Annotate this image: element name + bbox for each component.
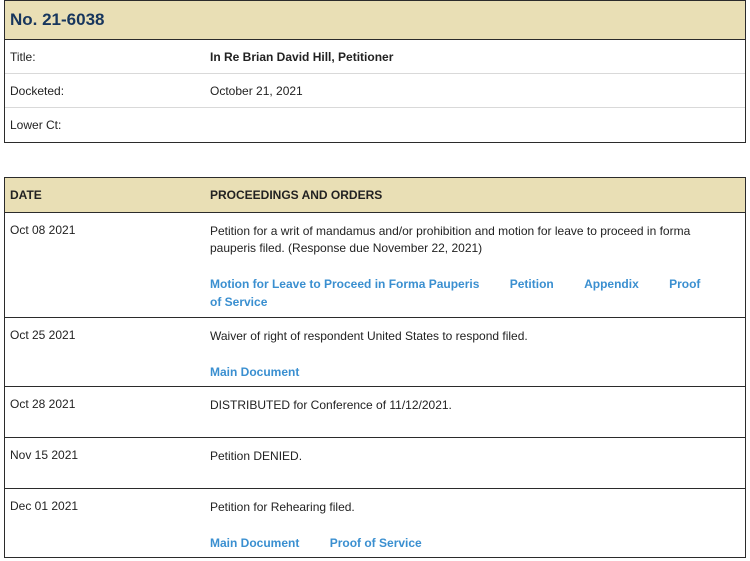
title-label: Title: bbox=[10, 49, 36, 64]
proof-of-service-link[interactable]: Proof of Service bbox=[330, 536, 422, 550]
proceeding-text: Waiver of right of respondent United Sta… bbox=[210, 329, 528, 343]
main-document-link[interactable]: Main Document bbox=[210, 536, 299, 550]
proceeding-text: Petition DENIED. bbox=[210, 449, 303, 463]
document-links: Main Document Proof of Service bbox=[210, 534, 715, 552]
motion-ifp-link[interactable]: Motion for Leave to Proceed in Forma Pau… bbox=[210, 277, 479, 291]
proceeding-row: Oct 28 2021 DISTRIBUTED for Conference o… bbox=[5, 387, 745, 438]
document-links: Motion for Leave to Proceed in Forma Pau… bbox=[210, 275, 715, 311]
docketed-value: October 21, 2021 bbox=[210, 83, 303, 98]
proceedings-header: DATE PROCEEDINGS AND ORDERS bbox=[5, 178, 745, 213]
lower-ct-row: Lower Ct: bbox=[5, 108, 745, 142]
proceeding-date: Oct 25 2021 bbox=[10, 328, 76, 342]
appendix-link[interactable]: Appendix bbox=[584, 277, 639, 291]
proceeding-row: Nov 15 2021 Petition DENIED. bbox=[5, 438, 745, 489]
proceeding-row: Oct 25 2021 Waiver of right of responden… bbox=[5, 318, 745, 387]
case-header: No. 21-6038 bbox=[5, 1, 745, 40]
case-number: No. 21-6038 bbox=[10, 10, 105, 29]
proceeding-row: Dec 01 2021 Petition for Rehearing filed… bbox=[5, 489, 745, 558]
docketed-label: Docketed: bbox=[10, 83, 65, 98]
docketed-row: Docketed: October 21, 2021 bbox=[5, 74, 745, 108]
document-links: Main Document bbox=[210, 363, 715, 381]
proceedings-panel: DATE PROCEEDINGS AND ORDERS Oct 08 2021 … bbox=[4, 177, 746, 558]
proceeding-text: Petition for a writ of mandamus and/or p… bbox=[210, 224, 691, 255]
title-value: In Re Brian David Hill, Petitioner bbox=[210, 49, 394, 64]
proceeding-text: DISTRIBUTED for Conference of 11/12/2021… bbox=[210, 398, 452, 412]
main-document-link[interactable]: Main Document bbox=[210, 365, 299, 379]
proceeding-text: Petition for Rehearing filed. bbox=[210, 500, 355, 514]
proceeding-date: Dec 01 2021 bbox=[10, 499, 79, 513]
proceedings-column-header: PROCEEDINGS AND ORDERS bbox=[210, 188, 383, 202]
petition-link[interactable]: Petition bbox=[510, 277, 554, 291]
case-info-panel: No. 21-6038 Title: In Re Brian David Hil… bbox=[4, 0, 746, 143]
proceeding-date: Oct 28 2021 bbox=[10, 397, 76, 411]
proceeding-row: Oct 08 2021 Petition for a writ of manda… bbox=[5, 213, 745, 318]
title-row: Title: In Re Brian David Hill, Petitione… bbox=[5, 40, 745, 74]
date-column-header: DATE bbox=[10, 188, 42, 202]
proceeding-date: Nov 15 2021 bbox=[10, 448, 79, 462]
lower-ct-label: Lower Ct: bbox=[10, 118, 62, 132]
proceeding-date: Oct 08 2021 bbox=[10, 223, 76, 237]
